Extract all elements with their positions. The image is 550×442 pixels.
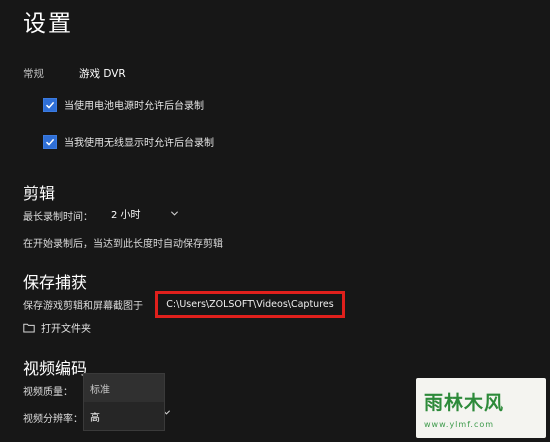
- watermark-url: www.ylmf.com: [424, 420, 495, 429]
- open-folder-label: 打开文件夹: [41, 324, 91, 335]
- quality-option-standard[interactable]: 标准: [84, 374, 164, 402]
- folder-icon: [23, 323, 35, 332]
- max-length-select[interactable]: 2 小时: [111, 206, 179, 221]
- battery-recording-label: 当使用电池电源时允许后台录制: [64, 101, 204, 112]
- watermark-logo: 雨林木风 www.ylmf.com: [416, 378, 546, 438]
- open-folder-link[interactable]: 打开文件夹: [23, 320, 91, 335]
- max-length-label: 最长录制时间：: [23, 212, 93, 223]
- watermark-brand: 雨林木风: [424, 392, 505, 414]
- tab-game-dvr[interactable]: 游戏 DVR: [79, 66, 126, 81]
- clips-description: 在开始录制后，当达到此长度时自动保存剪辑: [23, 239, 223, 250]
- clips-section-title: 剪辑: [23, 184, 56, 203]
- video-quality-dropdown[interactable]: 标准 高: [84, 374, 164, 430]
- battery-recording-checkbox[interactable]: [43, 97, 57, 112]
- captures-section-title: 保存捕获: [23, 273, 88, 292]
- capture-path-highlight: C:\Users\ZOLSOFT\Videos\Captures: [155, 291, 345, 318]
- video-resolution-label: 视频分辨率：: [23, 414, 83, 425]
- checkmark-icon: [45, 138, 55, 146]
- page-title: 设置: [23, 11, 73, 37]
- save-location-label: 保存游戏剪辑和屏幕截图于: [23, 301, 143, 312]
- wireless-recording-checkbox[interactable]: [43, 134, 57, 149]
- capture-path-text: C:\Users\ZOLSOFT\Videos\Captures: [166, 299, 334, 310]
- tab-general[interactable]: 常规: [23, 66, 44, 81]
- battery-recording-option[interactable]: 当使用电池电源时允许后台录制: [43, 97, 204, 112]
- wireless-recording-label: 当我使用无线显示时允许后台录制: [64, 138, 214, 149]
- video-encoding-section-title: 视频编码: [23, 359, 88, 378]
- video-quality-label: 视频质量：: [23, 387, 73, 398]
- max-length-value: 2 小时: [111, 210, 141, 221]
- quality-option-high[interactable]: 高: [84, 402, 164, 430]
- wireless-recording-option[interactable]: 当我使用无线显示时允许后台录制: [43, 134, 214, 149]
- chevron-down-icon: [170, 211, 178, 216]
- checkmark-icon: [45, 101, 55, 109]
